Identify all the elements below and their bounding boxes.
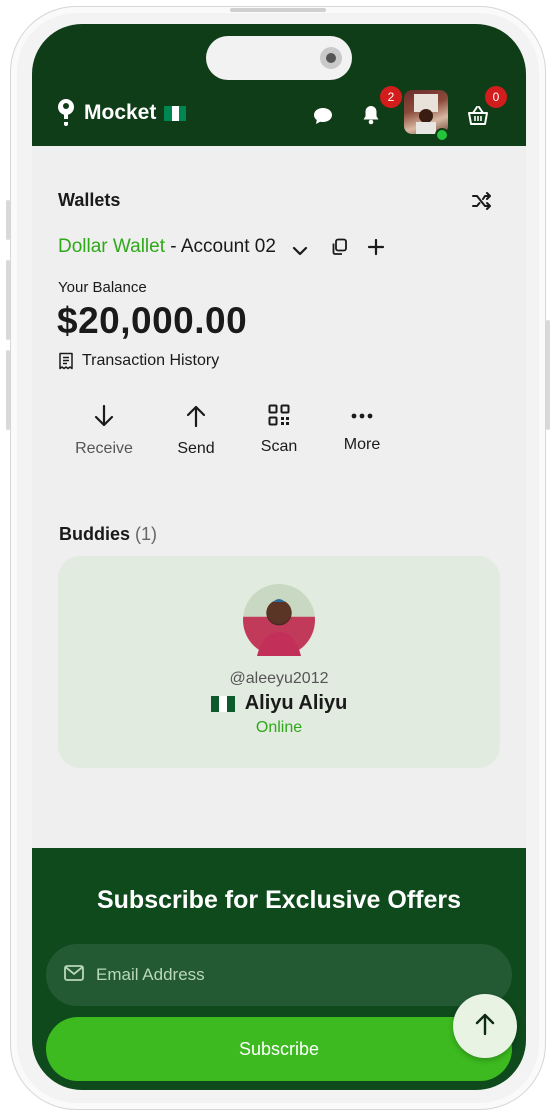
subscribe-button[interactable]: Subscribe (46, 1017, 512, 1081)
brand-name: Mocket (84, 101, 157, 124)
balance-amount: $20,000.00 (57, 300, 248, 341)
buddy-card[interactable]: @aleeyu2012 Aliyu Aliyu Online (58, 556, 500, 768)
scroll-to-top-button[interactable] (453, 994, 517, 1058)
copy-icon[interactable] (330, 238, 348, 260)
qr-code-icon (239, 404, 319, 430)
online-status-dot (435, 128, 449, 142)
wallet-name: Dollar Wallet (58, 236, 165, 257)
arrow-down-icon (64, 404, 144, 432)
chevron-down-icon[interactable] (292, 242, 308, 261)
subscribe-section: Subscribe for Exclusive Offers Email Add… (32, 848, 526, 1090)
scan-button[interactable]: Scan (239, 404, 319, 456)
location-pin-logo-icon (56, 98, 76, 128)
cart-count-badge: 0 (485, 86, 507, 108)
phone-side-button (6, 200, 10, 240)
notification-count-badge: 2 (380, 86, 402, 108)
buddies-header: Buddies (1) (59, 524, 157, 545)
wallets-title: Wallets (58, 190, 121, 210)
bell-icon[interactable] (361, 104, 381, 130)
chat-icon[interactable] (312, 106, 334, 130)
dynamic-island (206, 36, 352, 80)
buddy-handle: @aleeyu2012 (229, 670, 329, 687)
buddy-name-row: Aliyu Aliyu (58, 692, 500, 715)
wallet-separator: - (165, 236, 181, 257)
more-label: More (343, 436, 381, 453)
buddy-name: Aliyu Aliyu (244, 692, 348, 714)
shuffle-icon[interactable] (472, 192, 492, 214)
top-nav-bar: Mocket 2 0 (32, 24, 526, 146)
buddy-status: Online (255, 719, 303, 736)
phone-side-button (6, 260, 10, 340)
scan-label: Scan (260, 438, 298, 455)
account-label: Account 02 (180, 236, 276, 257)
phone-speaker (230, 8, 326, 12)
subscribe-title: Subscribe for Exclusive Offers (96, 886, 462, 914)
receive-button[interactable]: Receive (64, 404, 144, 458)
add-wallet-icon[interactable] (367, 238, 385, 260)
send-button[interactable]: Send (156, 404, 236, 458)
buddy-avatar[interactable] (243, 584, 315, 656)
camera-icon (320, 47, 342, 69)
buddies-title: Buddies (59, 524, 131, 544)
arrow-up-icon (156, 404, 236, 432)
phone-side-button (6, 350, 10, 430)
app-logo[interactable]: Mocket (56, 98, 187, 128)
buddies-count: (1) (135, 524, 158, 544)
more-button[interactable]: More (322, 404, 402, 454)
envelope-icon (64, 965, 84, 985)
nigeria-flag-icon (164, 105, 187, 121)
transaction-history-label: Transaction History (82, 352, 220, 369)
balance-label: Your Balance (58, 279, 147, 296)
app-screen: Mocket 2 0 Wallets Dollar Wallet - Accou… (32, 24, 526, 1090)
transaction-history-link[interactable]: Transaction History (58, 352, 219, 370)
arrow-up-icon (474, 1012, 496, 1040)
phone-side-button (546, 320, 550, 430)
receipt-icon (58, 352, 74, 370)
basket-icon[interactable] (466, 106, 490, 130)
nigeria-flag-icon (210, 695, 235, 712)
receive-label: Receive (75, 440, 133, 457)
email-placeholder: Email Address (96, 965, 205, 984)
wallet-selector[interactable]: Dollar Wallet - Account 02 (58, 236, 276, 258)
send-label: Send (177, 440, 215, 457)
email-field[interactable]: Email Address (46, 944, 512, 1006)
more-dots-icon (322, 404, 402, 428)
